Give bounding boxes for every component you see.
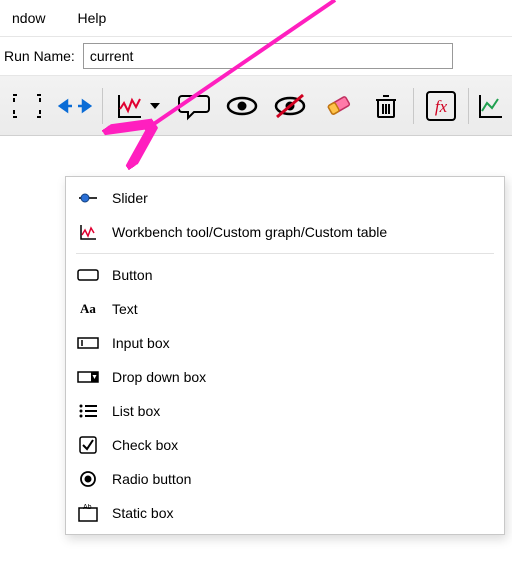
graph-axes-button[interactable] bbox=[475, 85, 505, 127]
menu-item-label: List box bbox=[112, 403, 160, 419]
menu-help[interactable]: Help bbox=[69, 4, 114, 32]
menu-item-radio-button[interactable]: Radio button bbox=[66, 462, 504, 496]
text-aa-icon: Aa bbox=[76, 297, 100, 321]
menu-item-label: Static box bbox=[112, 505, 173, 521]
menu-item-drop-down-box[interactable]: Drop down box bbox=[66, 360, 504, 394]
trash-icon bbox=[372, 91, 400, 121]
menubar: ndow Help bbox=[0, 0, 512, 36]
select-brackets-button[interactable] bbox=[6, 85, 48, 127]
menu-item-list-box[interactable]: List box bbox=[66, 394, 504, 428]
eraser-icon bbox=[323, 91, 353, 121]
fit-horizontal-icon bbox=[58, 91, 92, 121]
chevron-down-icon bbox=[149, 100, 161, 112]
button-icon bbox=[76, 263, 100, 287]
fx-function-button[interactable]: fx bbox=[420, 85, 462, 127]
show-button[interactable] bbox=[221, 85, 263, 127]
hide-button[interactable] bbox=[269, 85, 311, 127]
select-brackets-icon bbox=[12, 91, 42, 121]
menu-item-label: Input box bbox=[112, 335, 170, 351]
fx-icon: fx bbox=[425, 90, 457, 122]
run-name-bar: Run Name: bbox=[0, 36, 512, 76]
graph-icon bbox=[115, 91, 145, 121]
menu-window[interactable]: ndow bbox=[4, 4, 53, 32]
menu-item-label: Slider bbox=[112, 190, 148, 206]
toolbar: fx bbox=[0, 76, 512, 136]
insert-dropdown-menu: Slider Workbench tool/Custom graph/Custo… bbox=[65, 176, 505, 535]
menu-item-label: Workbench tool/Custom graph/Custom table bbox=[112, 224, 387, 240]
eraser-button[interactable] bbox=[317, 85, 359, 127]
menu-item-label: Text bbox=[112, 301, 138, 317]
speech-bubble-icon bbox=[178, 91, 210, 121]
menu-item-label: Drop down box bbox=[112, 369, 206, 385]
dropdown-box-icon bbox=[76, 365, 100, 389]
eye-icon bbox=[225, 91, 259, 121]
menu-item-check-box[interactable]: Check box bbox=[66, 428, 504, 462]
graph-small-icon bbox=[76, 220, 100, 244]
checkbox-icon bbox=[76, 433, 100, 457]
menu-divider bbox=[76, 253, 494, 254]
toolbar-separator bbox=[413, 88, 414, 124]
axes-icon bbox=[476, 91, 504, 121]
menu-item-slider[interactable]: Slider bbox=[66, 181, 504, 215]
menu-item-workbench-graph[interactable]: Workbench tool/Custom graph/Custom table bbox=[66, 215, 504, 249]
menu-item-label: Button bbox=[112, 267, 152, 283]
menu-item-label: Check box bbox=[112, 437, 178, 453]
input-box-icon bbox=[76, 331, 100, 355]
radio-icon bbox=[76, 467, 100, 491]
run-name-label: Run Name: bbox=[4, 48, 75, 64]
slider-icon bbox=[76, 186, 100, 210]
graph-dropdown-button[interactable] bbox=[109, 85, 167, 127]
comment-button[interactable] bbox=[173, 85, 215, 127]
fit-horizontal-button[interactable] bbox=[54, 85, 96, 127]
eye-slash-icon bbox=[273, 91, 307, 121]
menu-item-text[interactable]: Aa Text bbox=[66, 292, 504, 326]
toolbar-separator bbox=[468, 88, 469, 124]
menu-item-static-box[interactable]: Ab Static box bbox=[66, 496, 504, 530]
menu-item-label: Radio button bbox=[112, 471, 191, 487]
svg-text:fx: fx bbox=[435, 97, 448, 116]
svg-text:Ab: Ab bbox=[83, 504, 92, 511]
run-name-input[interactable] bbox=[83, 43, 453, 69]
menu-item-input-box[interactable]: Input box bbox=[66, 326, 504, 360]
menu-item-button[interactable]: Button bbox=[66, 258, 504, 292]
toolbar-separator bbox=[102, 88, 103, 124]
static-box-icon: Ab bbox=[76, 501, 100, 525]
list-icon bbox=[76, 399, 100, 423]
trash-button[interactable] bbox=[365, 85, 407, 127]
